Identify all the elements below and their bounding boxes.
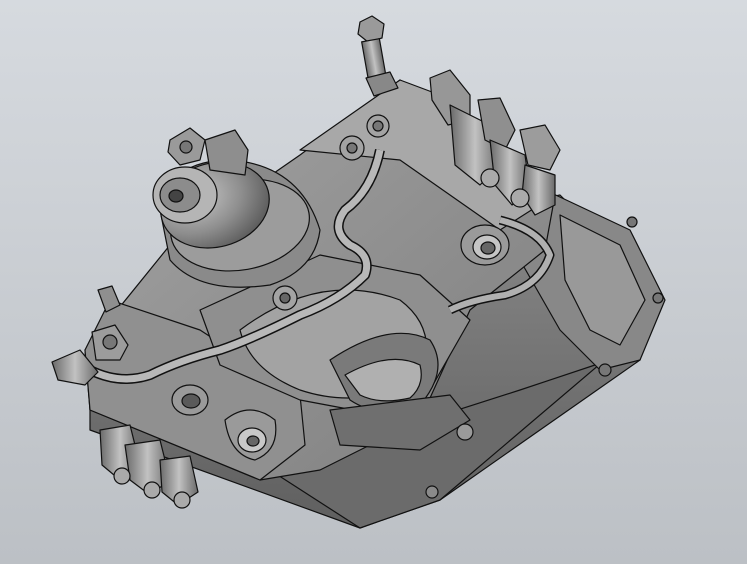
port-right bbox=[460, 224, 510, 266]
top-fitting bbox=[357, 15, 399, 97]
pump-assembly-model[interactable] bbox=[0, 0, 747, 564]
cad-3d-viewport[interactable] bbox=[0, 0, 747, 564]
port-left bbox=[171, 384, 209, 416]
center-bolt bbox=[272, 285, 298, 311]
